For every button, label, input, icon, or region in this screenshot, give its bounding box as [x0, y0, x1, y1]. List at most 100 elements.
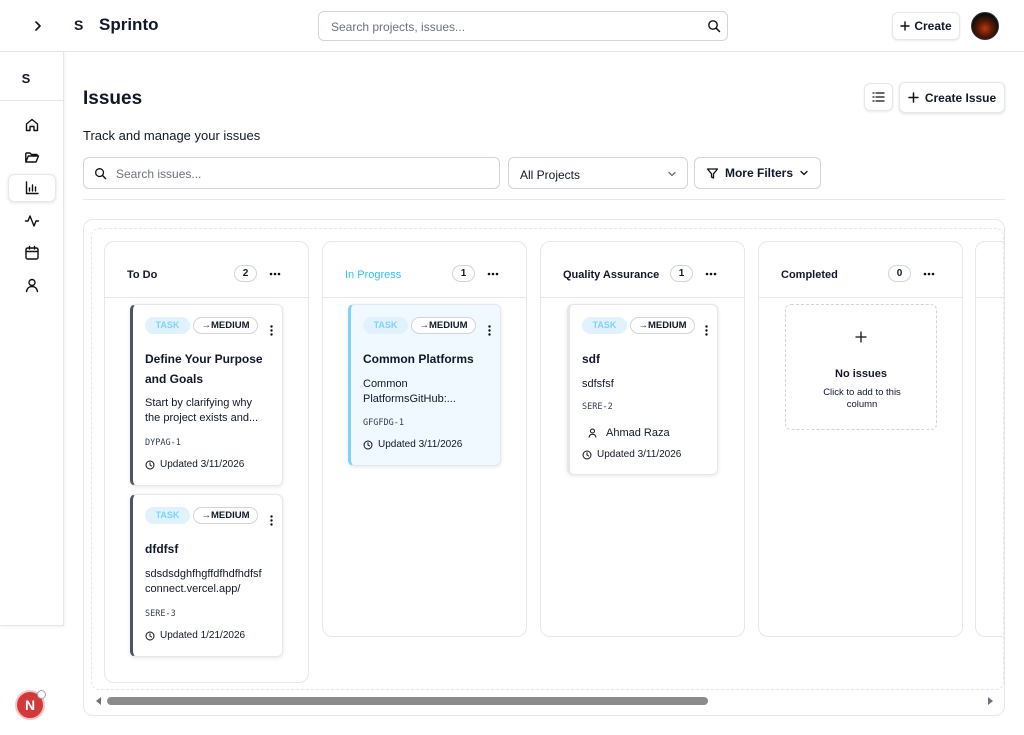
card-updated-text: Updated 3/11/2026	[597, 449, 682, 460]
sidebar-item-activity[interactable]	[8, 207, 56, 235]
issue-type-tag: TASK	[363, 317, 408, 334]
activity-icon	[24, 213, 40, 229]
calendar-icon	[24, 245, 40, 261]
card-title: sdf	[582, 349, 600, 369]
card-title: Common Platforms	[363, 349, 474, 369]
card-description-line: connect.vercel.app/	[145, 583, 241, 595]
column-header	[976, 242, 1003, 298]
user-icon	[24, 277, 40, 293]
card-title: dfdfsf	[145, 539, 178, 559]
sidebar: S	[0, 52, 64, 626]
more-filters-button[interactable]: More Filters	[694, 157, 821, 189]
sidebar-logo-letter[interactable]: S	[20, 71, 32, 86]
issue-search	[83, 157, 500, 189]
card-title: Define Your Purpose and Goals	[145, 349, 263, 389]
sidebar-item-home[interactable]	[8, 111, 56, 139]
expand-sidebar-chevron-icon[interactable]	[28, 16, 48, 36]
kanban-board-scroll-area[interactable]: To Do 2 TASK →MEDIUM Define Your Purpose…	[91, 228, 1004, 690]
clock-icon	[145, 631, 155, 641]
bar-chart-icon	[24, 180, 40, 196]
issue-type-tag: TASK	[145, 507, 190, 524]
user-icon	[588, 428, 597, 438]
priority-tag: →MEDIUM	[630, 317, 695, 334]
card-more-icon[interactable]	[701, 323, 711, 337]
column-header: Completed 0	[759, 242, 962, 298]
issue-card[interactable]: TASK →MEDIUM sdf sdfsfsf SERE-2 Ahmad Ra…	[567, 304, 718, 475]
column-header: Quality Assurance 1	[541, 242, 744, 298]
column-quality-assurance: Quality Assurance 1 TASK →MEDIUM sdf sdf…	[540, 241, 745, 637]
column-count-badge: 1	[670, 265, 693, 282]
empty-column-hint: Click to add to this column	[823, 387, 901, 410]
page-title: Issues	[83, 88, 143, 109]
card-updated: Updated 1/21/2026	[145, 630, 245, 641]
priority-tag: →MEDIUM	[193, 317, 258, 334]
column-more-icon[interactable]	[704, 267, 718, 281]
card-description-line: Start by clarifying why	[145, 397, 252, 409]
card-more-icon[interactable]	[266, 323, 276, 337]
list-view-button[interactable]	[864, 83, 893, 111]
search-icon[interactable]	[707, 19, 721, 33]
column-title: Completed	[781, 269, 838, 281]
issue-type-tag: TASK	[582, 317, 627, 334]
more-filters-label: More Filters	[724, 166, 793, 180]
board-horizontal-scrollbar[interactable]	[93, 696, 996, 706]
plus-icon	[786, 331, 936, 343]
card-title-line: sdf	[582, 352, 600, 366]
card-title-line: Define Your Purpose	[145, 352, 263, 366]
project-select[interactable]: All Projects	[508, 157, 688, 189]
chevron-down-icon	[667, 169, 677, 179]
app-brand-name[interactable]: Sprinto	[99, 15, 159, 35]
scrollbar-thumb[interactable]	[107, 697, 708, 705]
issue-key: SERE-2	[582, 402, 613, 412]
priority-tag: →MEDIUM	[193, 507, 258, 524]
app-logo-letter[interactable]: S	[74, 17, 83, 33]
home-icon	[24, 117, 40, 133]
empty-column-add-area[interactable]: No issues Click to add to this column	[785, 304, 937, 430]
sidebar-divider	[0, 100, 64, 101]
sidebar-item-profile[interactable]	[8, 271, 56, 299]
sidebar-item-projects[interactable]	[8, 143, 56, 171]
notification-dot	[37, 690, 46, 699]
empty-column-title: No issues	[835, 368, 887, 380]
column-header: In Progress 1	[323, 242, 526, 298]
column-title: To Do	[127, 269, 158, 281]
clock-icon	[582, 450, 592, 460]
list-icon	[872, 91, 885, 103]
column-more-icon[interactable]	[922, 267, 936, 281]
sidebar-item-issues[interactable]	[8, 174, 56, 202]
create-issue-button[interactable]: Create Issue	[899, 82, 1005, 113]
issue-type-tag: TASK	[145, 317, 190, 334]
scroll-right-arrow-icon[interactable]	[988, 697, 993, 705]
card-updated-text: Updated 3/11/2026	[160, 459, 245, 470]
plus-icon	[908, 92, 919, 103]
card-title-line: and Goals	[145, 372, 204, 386]
scroll-left-arrow-icon[interactable]	[96, 697, 101, 705]
column-more-icon[interactable]	[486, 267, 500, 281]
create-button[interactable]: Create	[892, 12, 960, 40]
issue-key: SERE-3	[145, 609, 176, 619]
clock-icon	[363, 440, 373, 450]
card-updated: Updated 3/11/2026	[582, 449, 681, 460]
create-button-label: Create	[914, 19, 952, 33]
card-updated: Updated 3/11/2026	[363, 439, 462, 450]
project-select-value: All Projects	[520, 168, 581, 182]
card-description-line: sdfsfsf	[582, 378, 614, 390]
user-avatar[interactable]	[971, 12, 999, 40]
issue-card[interactable]: TASK →MEDIUM Common Platforms Common Pla…	[348, 304, 501, 466]
sidebar-item-calendar[interactable]	[8, 239, 56, 267]
card-more-icon[interactable]	[484, 323, 494, 337]
card-title-line: Common Platforms	[363, 352, 474, 366]
folder-icon	[24, 149, 40, 165]
card-description-line: sdsdsdghfhgffdfhdfhdfsf	[145, 568, 262, 580]
issue-card[interactable]: TASK →MEDIUM Define Your Purpose and Goa…	[130, 304, 283, 486]
card-more-icon[interactable]	[266, 513, 276, 527]
column-more-icon[interactable]	[268, 267, 282, 281]
card-description-line: Common	[363, 378, 408, 390]
global-search-input[interactable]	[331, 18, 701, 36]
issue-card[interactable]: TASK →MEDIUM dfdfsf sdsdsdghfhgffdfhdfhd…	[130, 494, 283, 657]
plus-icon	[900, 21, 911, 31]
chevron-down-icon	[799, 168, 809, 178]
card-updated: Updated 3/11/2026	[145, 459, 244, 470]
card-description: sdfsfsf	[582, 377, 614, 392]
issue-search-input[interactable]	[116, 166, 486, 182]
